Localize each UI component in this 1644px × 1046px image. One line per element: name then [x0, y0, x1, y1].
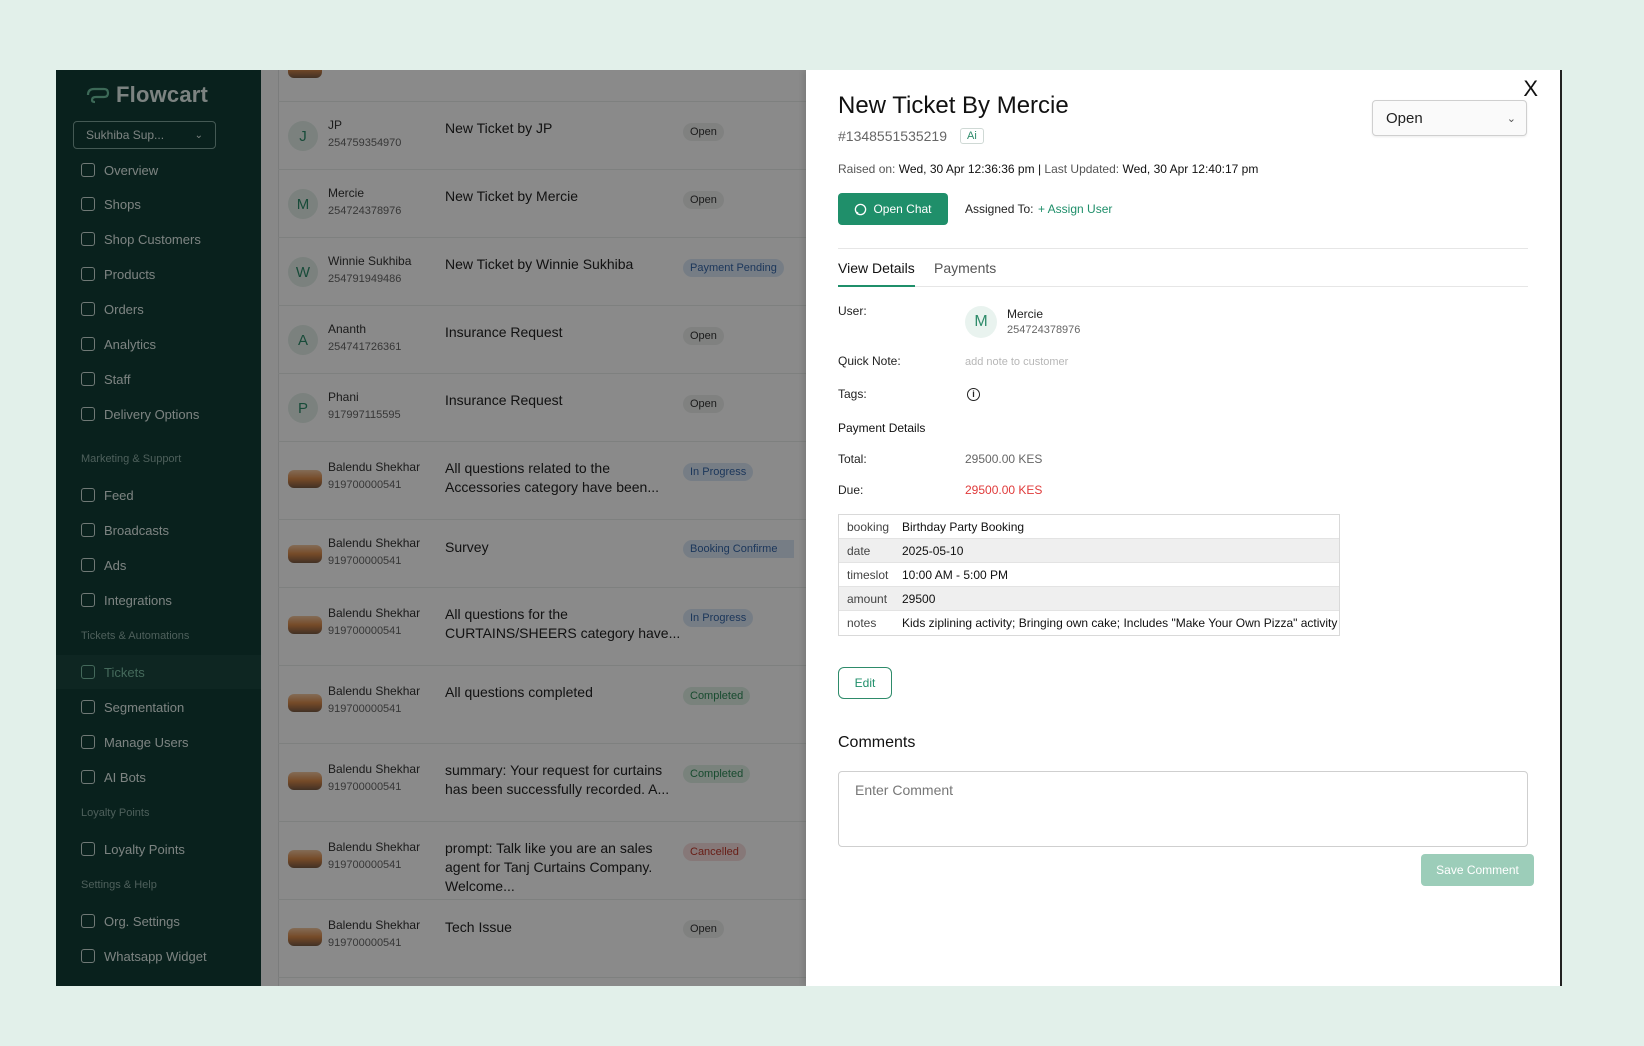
assigned-label: Assigned To: — [965, 202, 1034, 216]
modal-overlay[interactable] — [56, 70, 806, 986]
kv-key: timeslot — [847, 567, 889, 582]
open-chat-label: Open Chat — [873, 202, 932, 216]
kv-value: Kids ziplining activity; Bringing own ca… — [902, 616, 1338, 630]
kv-key: amount — [847, 591, 888, 606]
close-button[interactable]: X — [1523, 76, 1538, 102]
table-row: date 2025-05-10 — [839, 539, 1339, 563]
total-label: Total: — [838, 452, 867, 466]
save-comment-button[interactable]: Save Comment — [1421, 854, 1534, 886]
comments-heading: Comments — [838, 734, 916, 751]
avatar: M — [965, 306, 997, 338]
tab-payments[interactable]: Payments — [934, 260, 996, 276]
chevron-down-icon: ⌄ — [1506, 112, 1516, 125]
quick-note-input[interactable]: add note to customer — [965, 356, 1068, 368]
ticket-timestamps: Raised on: Wed, 30 Apr 12:36:36 pm | Las… — [838, 162, 1258, 176]
updated-value: Wed, 30 Apr 12:40:17 pm — [1122, 162, 1259, 176]
divider — [838, 248, 1528, 249]
booking-details-table: booking Birthday Party Booking date 2025-0… — [838, 514, 1340, 636]
info-icon[interactable]: i — [967, 388, 980, 401]
raised-value: Wed, 30 Apr 12:36:36 pm — [898, 162, 1035, 176]
table-row: booking Birthday Party Booking — [839, 515, 1339, 539]
kv-value: Birthday Party Booking — [902, 519, 1025, 534]
status-select[interactable]: Open ⌄ — [1372, 100, 1527, 136]
user-phone: 254724378976 — [1007, 324, 1081, 336]
tags-label: Tags: — [838, 387, 867, 401]
kv-value: 10:00 AM - 5:00 PM — [902, 567, 1009, 582]
tab-view-details[interactable]: View Details — [838, 260, 915, 276]
chat-icon — [855, 203, 867, 215]
ticket-id: #1348551535219 — [838, 128, 948, 144]
raised-label: Raised on: — [838, 162, 896, 176]
kv-value: 2025-05-10 — [902, 543, 964, 558]
updated-label: Last Updated: — [1044, 162, 1120, 176]
app-window: Flowcart Sukhiba Sup... ⌄ Overview Shops… — [56, 70, 1562, 986]
ticket-drawer: X New Ticket By Mercie Open ⌄ #134855153… — [806, 70, 1562, 986]
kv-key: date — [847, 543, 871, 558]
due-label: Due: — [838, 483, 864, 497]
edit-button[interactable]: Edit — [838, 667, 892, 699]
open-chat-button[interactable]: Open Chat — [838, 193, 948, 225]
ticket-title-heading: New Ticket By Mercie — [838, 92, 1069, 119]
kv-value: 29500 — [902, 591, 936, 606]
table-row: notes Kids ziplining activity; Bringing o… — [839, 611, 1339, 635]
assign-user-link[interactable]: + Assign User — [1038, 202, 1112, 216]
total-value: 29500.00 KES — [965, 452, 1043, 466]
divider — [838, 286, 1528, 287]
status-select-value: Open — [1386, 109, 1423, 127]
active-tab-indicator — [838, 285, 915, 287]
kv-key: notes — [847, 616, 877, 630]
window-frame: Flowcart Sukhiba Sup... ⌄ Overview Shops… — [0, 0, 1644, 1046]
table-row: timeslot 10:00 AM - 5:00 PM — [839, 563, 1339, 587]
quick-note-label: Quick Note: — [838, 354, 901, 368]
payment-details-heading: Payment Details — [838, 421, 926, 435]
ai-tag: Ai — [960, 128, 984, 144]
kv-key: booking — [847, 519, 890, 534]
table-row: amount 29500 — [839, 587, 1339, 611]
user-label: User: — [838, 304, 867, 318]
user-name: Mercie — [1007, 307, 1044, 321]
comment-input[interactable]: Enter Comment — [838, 771, 1528, 847]
due-value: 29500.00 KES — [965, 483, 1043, 497]
